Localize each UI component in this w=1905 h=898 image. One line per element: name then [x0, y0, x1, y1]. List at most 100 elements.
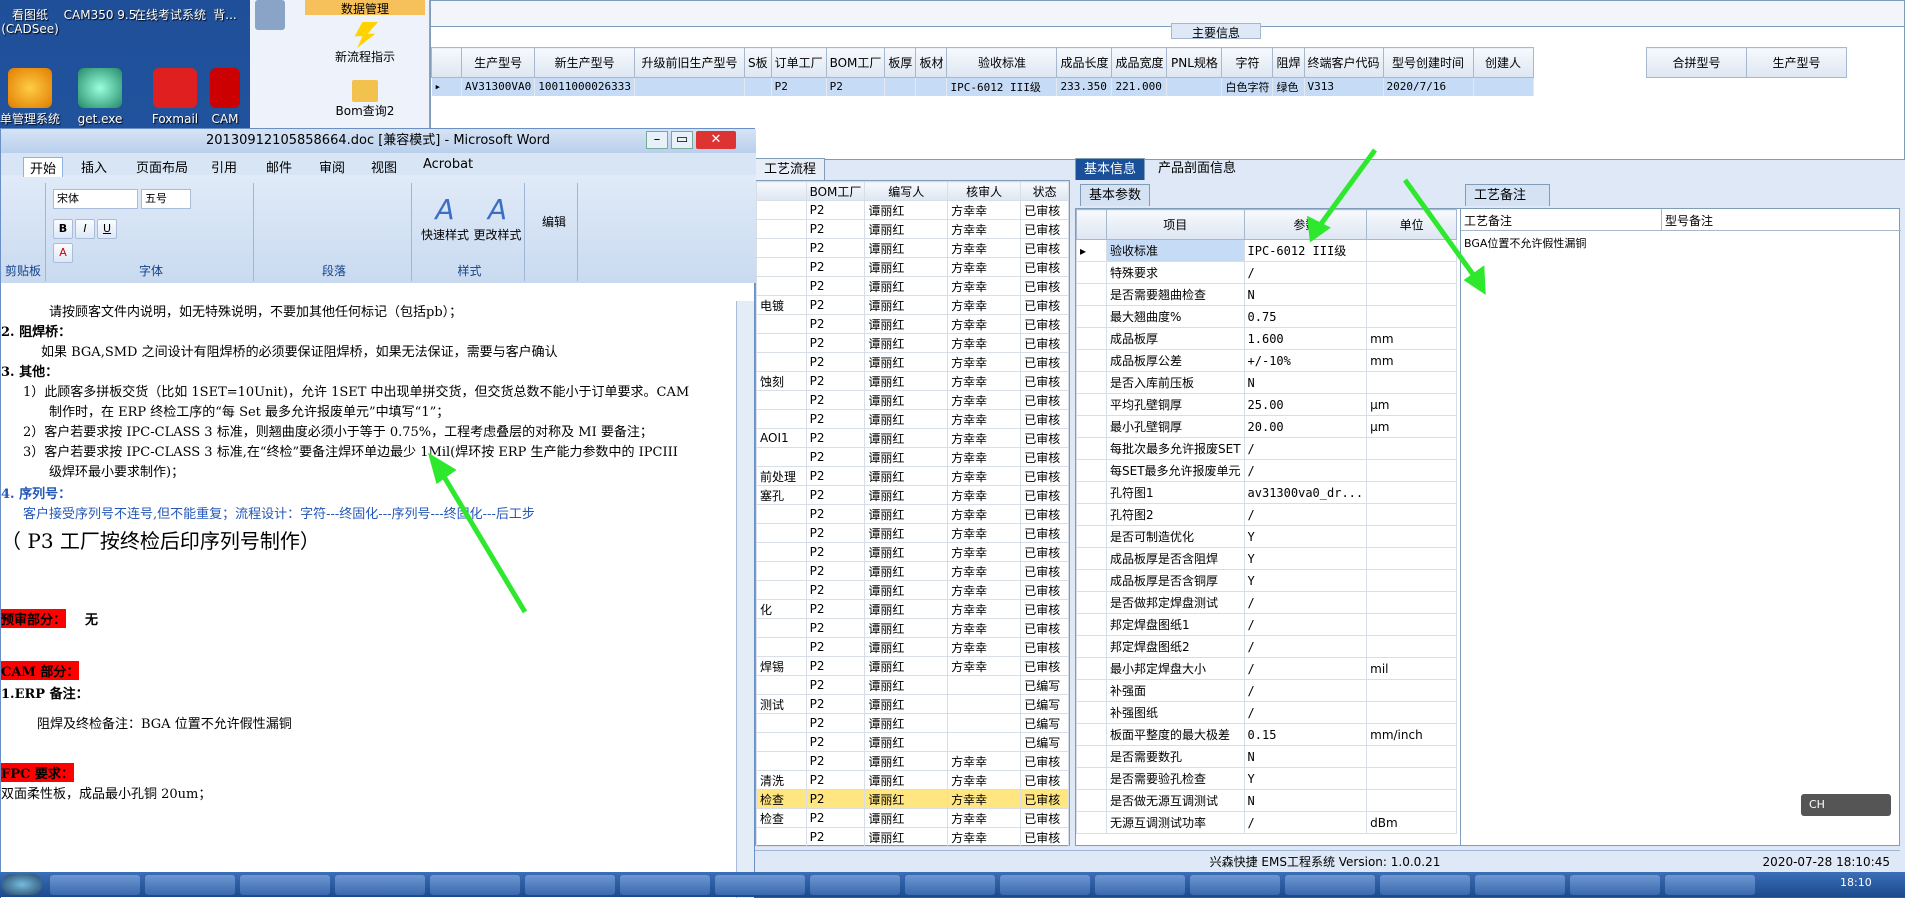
table-cell[interactable]: Y: [1243, 569, 1368, 592]
column-header[interactable]: BOM工厂: [825, 47, 886, 78]
tab-review[interactable]: 审阅: [319, 157, 345, 176]
table-row[interactable]: 是否做邦定焊盘测试 /: [1076, 591, 1458, 614]
taskbar-item[interactable]: [50, 875, 140, 895]
table-row[interactable]: 邦定焊盘图纸1/: [1076, 613, 1458, 636]
table-row[interactable]: P2 谭丽红 方幸幸 已审核: [756, 333, 1069, 353]
tab-references[interactable]: 引用: [211, 157, 237, 176]
table-cell[interactable]: 1.600: [1243, 327, 1368, 350]
col-unit[interactable]: 单位: [1366, 209, 1458, 240]
taskbar-item[interactable]: [1665, 875, 1755, 895]
table-cell[interactable]: /: [1243, 261, 1368, 284]
table-row[interactable]: 焊锡 P2 谭丽红 方幸幸 已审核: [756, 656, 1069, 676]
taskbar-item[interactable]: [430, 875, 520, 895]
table-row[interactable]: P2 谭丽红 方幸幸 已审核: [756, 504, 1069, 524]
table-row[interactable]: 是否需要翘曲检查 N: [1076, 283, 1458, 306]
taskbar-item[interactable]: [1285, 875, 1375, 895]
taskbar-item[interactable]: [905, 875, 995, 895]
table-cell[interactable]: /: [1243, 437, 1368, 460]
column-header[interactable]: 阻焊: [1272, 47, 1305, 78]
table-cell[interactable]: N: [1243, 283, 1368, 306]
table-row[interactable]: P2 谭丽红 方幸幸 已审核: [756, 561, 1069, 581]
table-row[interactable]: 是否做无源互调测试 N: [1076, 789, 1458, 812]
document-body[interactable]: 请按顾客文件内说明，如无特殊说明，不要加其他任何标记（包括pb）； 2. 阻焊桥…: [1, 301, 736, 898]
table-row[interactable]: 无源互调测试功率 / dBm: [1076, 811, 1458, 834]
table-row[interactable]: AOI1 P2 谭丽红 方幸幸 已审核: [756, 428, 1069, 448]
table-row[interactable]: 成品板厚是否含铜厚 Y: [1076, 569, 1458, 592]
column-header[interactable]: 板材: [915, 47, 948, 78]
table-cell[interactable]: /: [1243, 679, 1368, 702]
table-row[interactable]: 检查 P2 谭丽红 方幸幸 已审核: [756, 808, 1069, 828]
table-row[interactable]: 板面平整度的最大极差 0.15 mm/inch: [1076, 723, 1458, 746]
table-cell[interactable]: /: [1243, 613, 1368, 636]
table-row[interactable]: P2 谭丽红 方幸幸 已审核: [756, 352, 1069, 372]
table-row[interactable]: 每SET最多允许报废单元 /: [1076, 459, 1458, 482]
taskbar-item[interactable]: [1095, 875, 1185, 895]
table-row[interactable]: 前处理 P2 谭丽红 方幸幸 已审核: [756, 466, 1069, 486]
taskbar-item[interactable]: [240, 875, 330, 895]
column-header[interactable]: 型号创建时间: [1382, 47, 1474, 78]
calendar-icon[interactable]: [255, 0, 285, 30]
desktop-icon-cam350[interactable]: CAM350 9.5: [60, 8, 140, 22]
table-row[interactable]: 成品板厚公差 +/-10% mm: [1076, 349, 1458, 372]
table-row[interactable]: 是否入库前压板 N: [1076, 371, 1458, 394]
table-row[interactable]: ▸ 验收标准 IPC-6012 III级: [1076, 239, 1458, 262]
font-color-button[interactable]: A: [53, 243, 73, 263]
col-bom-factory[interactable]: BOM工厂: [805, 181, 866, 201]
column-header[interactable]: 升级前旧生产型号: [633, 47, 745, 78]
close-icon[interactable]: ✕: [696, 131, 736, 149]
change-style-button[interactable]: A 更改样式: [470, 193, 525, 243]
taskbar-item[interactable]: [525, 875, 615, 895]
table-row[interactable]: 孔符图2/: [1076, 503, 1458, 526]
doc-scrollbar[interactable]: [736, 301, 754, 898]
nav-data-management[interactable]: 数据管理: [305, 0, 425, 16]
desktop-icon-exam[interactable]: 在线考试系统: [130, 8, 210, 22]
table-row[interactable]: P2 谭丽红 方幸幸 已审核: [756, 200, 1069, 220]
clock[interactable]: 18:10: [1840, 876, 1872, 889]
table-cell[interactable]: /: [1243, 657, 1368, 680]
column-header[interactable]: PNL规格: [1166, 47, 1223, 78]
table-cell[interactable]: 0.75: [1243, 305, 1368, 328]
table-row[interactable]: 测试 P2 谭丽红 已编写: [756, 694, 1069, 714]
table-row[interactable]: P2 谭丽红 方幸幸 已审核: [756, 219, 1069, 239]
taskbar-item[interactable]: [335, 875, 425, 895]
minimize-icon[interactable]: –: [646, 131, 668, 149]
table-row[interactable]: P2 谭丽红 方幸幸 已审核: [756, 580, 1069, 600]
table-row[interactable]: P2 谭丽红 方幸幸 已审核: [756, 276, 1069, 296]
desktop-icon-get[interactable]: get.exe: [60, 68, 140, 126]
table-cell[interactable]: Y: [1243, 547, 1368, 570]
taskbar-item[interactable]: [1570, 875, 1660, 895]
column-header[interactable]: 创建人: [1472, 47, 1534, 78]
taskbar-item[interactable]: [1380, 875, 1470, 895]
table-row[interactable]: 是否需要验孔检查 Y: [1076, 767, 1458, 790]
tab-home[interactable]: 开始: [23, 157, 64, 177]
col-param[interactable]: 参数: [1243, 209, 1368, 240]
bold-button[interactable]: B: [53, 219, 73, 239]
nav-bom-query[interactable]: Bom查询2: [305, 80, 425, 119]
table-row[interactable]: 邦定焊盘图纸2/: [1076, 635, 1458, 658]
font-name-select[interactable]: 宋体: [53, 189, 138, 209]
table-row[interactable]: 蚀刻 P2 谭丽红 方幸幸 已审核: [756, 371, 1069, 391]
table-row[interactable]: 是否可制造优化 Y: [1076, 525, 1458, 548]
table-row[interactable]: P2 谭丽红 方幸幸 已审核: [756, 542, 1069, 562]
table-row[interactable]: P2 谭丽红 方幸幸 已审核: [756, 637, 1069, 657]
tab-view[interactable]: 视图: [371, 157, 397, 176]
taskbar-item[interactable]: [1475, 875, 1565, 895]
tab-product-section[interactable]: 产品剖面信息: [1150, 158, 1244, 180]
table-cell[interactable]: +/-10%: [1243, 349, 1368, 372]
col-production-model[interactable]: 生产型号: [1746, 47, 1847, 78]
table-row[interactable]: 平均孔壁铜厚 25.00 μm: [1076, 393, 1458, 416]
column-header[interactable]: 字符: [1221, 47, 1274, 78]
taskbar-item[interactable]: [1000, 875, 1090, 895]
col-item[interactable]: 项目: [1106, 209, 1245, 240]
table-row[interactable]: P2 谭丽红 方幸幸 已审核: [756, 523, 1069, 543]
table-cell[interactable]: /: [1243, 635, 1368, 658]
table-row[interactable]: 化 P2 谭丽红 方幸幸 已审核: [756, 599, 1069, 619]
taskbar-item[interactable]: [620, 875, 710, 895]
table-row[interactable]: P2 谭丽红 方幸幸 已审核: [756, 618, 1069, 638]
edit-button[interactable]: 编辑: [536, 213, 572, 230]
table-row[interactable]: P2 谭丽红 方幸幸 已审核: [756, 390, 1069, 410]
column-header[interactable]: 新生产型号: [534, 47, 635, 78]
table-cell[interactable]: N: [1243, 745, 1368, 768]
quick-style-button[interactable]: A 快速样式: [420, 193, 470, 243]
taskbar-item[interactable]: [810, 875, 900, 895]
